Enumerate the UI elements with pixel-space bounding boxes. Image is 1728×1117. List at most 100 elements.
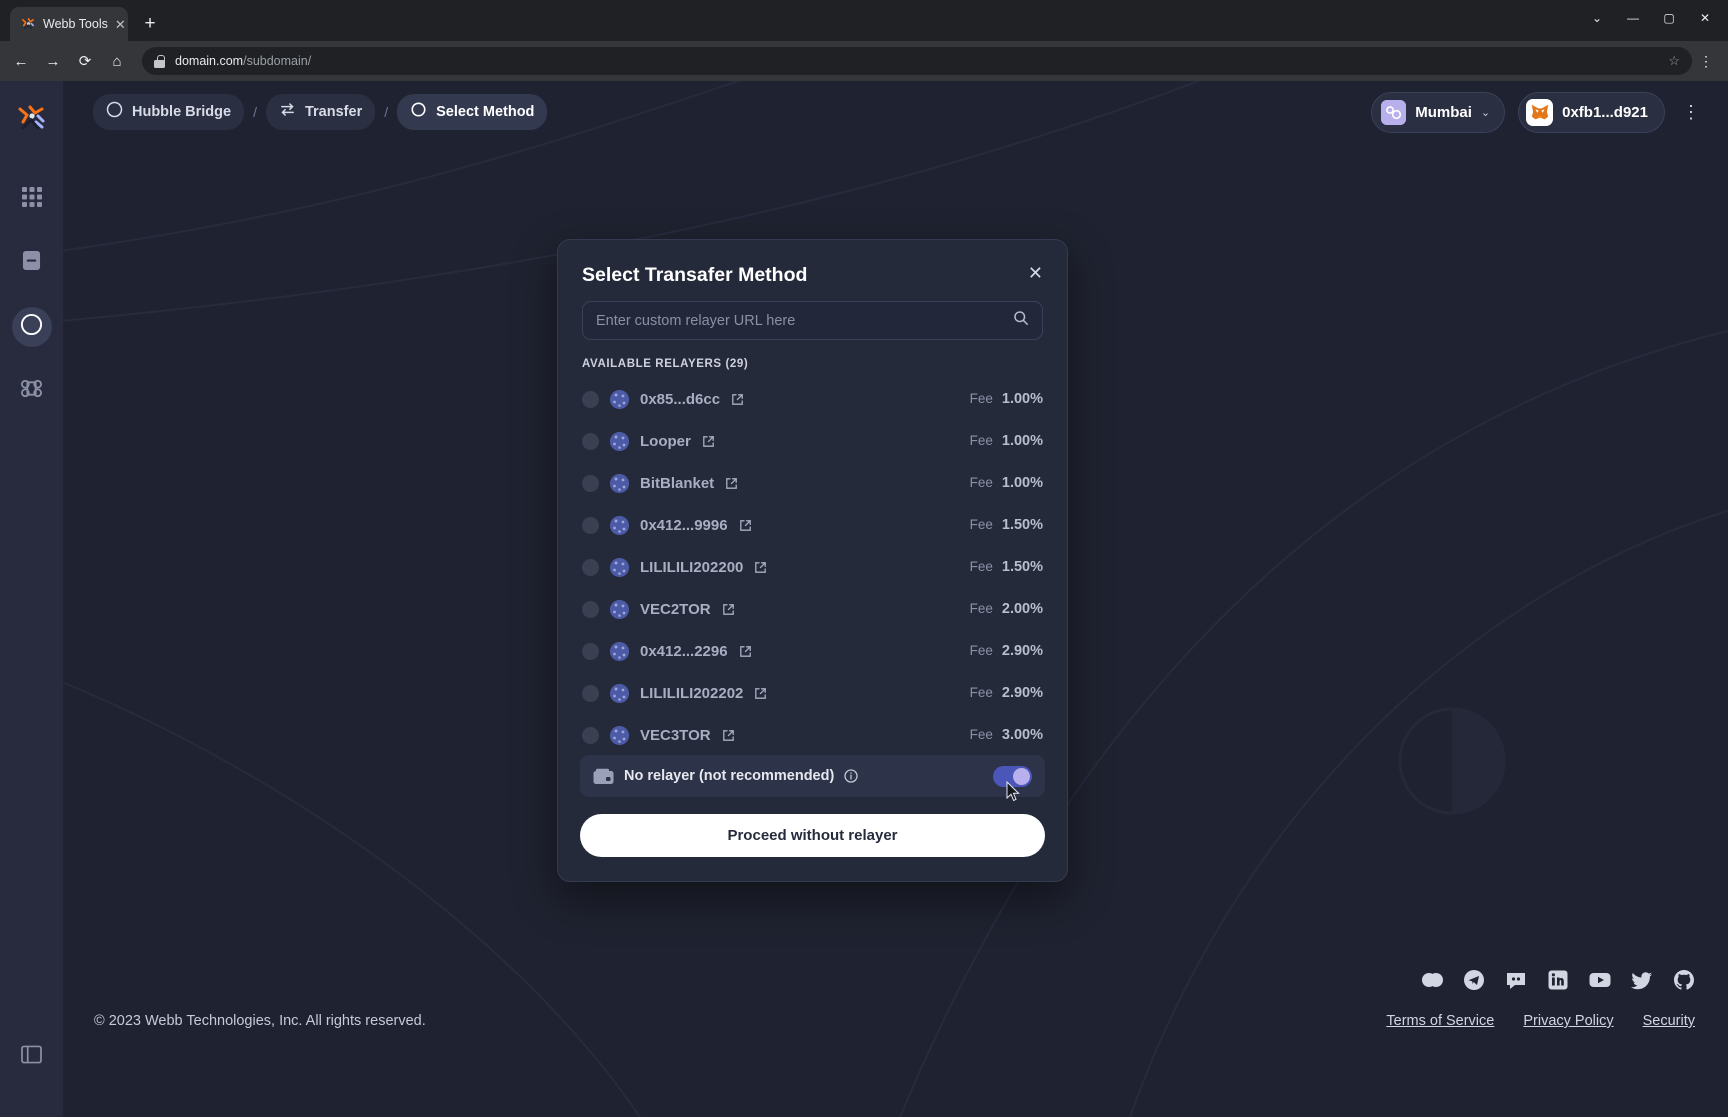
close-icon[interactable]: ✕: [1028, 264, 1043, 282]
reload-icon[interactable]: ⟳: [70, 46, 100, 76]
home-icon[interactable]: ⌂: [102, 46, 132, 76]
window-close-button[interactable]: ✕: [1688, 5, 1722, 31]
relayer-avatar-icon: [610, 599, 629, 619]
relayer-radio[interactable]: [582, 474, 599, 492]
sidebar-item-faucet[interactable]: [12, 371, 52, 411]
relayer-fee: Fee 2.90%: [970, 685, 1057, 701]
bookmark-star-icon[interactable]: ☆: [1668, 53, 1680, 69]
relayer-row[interactable]: VEC3TOR Fee 3.00%: [582, 714, 1057, 745]
back-icon[interactable]: ←: [6, 46, 36, 76]
breadcrumb-item-transfer[interactable]: Transfer: [265, 94, 376, 130]
relayer-row[interactable]: 0x85...d6cc Fee 1.00%: [582, 378, 1057, 420]
external-link-icon[interactable]: [722, 729, 735, 742]
overflow-menu-icon[interactable]: ⋮: [1682, 103, 1700, 121]
fee-value: 1.50%: [1001, 559, 1043, 575]
relayer-radio[interactable]: [582, 432, 599, 450]
footer-link-privacy[interactable]: Privacy Policy: [1523, 1013, 1613, 1029]
footer-link-terms[interactable]: Terms of Service: [1386, 1013, 1494, 1029]
search-input[interactable]: [596, 312, 1013, 329]
fee-label: Fee: [969, 433, 993, 448]
tab-close-icon[interactable]: ✕: [115, 18, 126, 31]
select-transfer-method-modal: Select Transafer Method ✕ AVAILABLE RELA…: [557, 239, 1068, 882]
relayer-row[interactable]: 0x412...9996 Fee 1.50%: [582, 504, 1057, 546]
chevron-down-icon: ⌄: [1480, 106, 1491, 119]
relayer-fee: Fee 1.00%: [970, 391, 1057, 407]
sidebar-item-webb-logo[interactable]: [16, 103, 48, 133]
breadcrumb-separator: /: [253, 104, 257, 120]
relayer-list[interactable]: 0x85...d6cc Fee 1.00% Looper Fee 1.00% BitBlan…: [558, 378, 1067, 745]
relayer-row[interactable]: VEC2TOR Fee 2.00%: [582, 588, 1057, 630]
forward-icon[interactable]: →: [38, 46, 68, 76]
breadcrumb-item-hubble-bridge[interactable]: Hubble Bridge: [93, 94, 245, 130]
linkedin-icon[interactable]: [1547, 969, 1569, 991]
relayer-row[interactable]: Looper Fee 1.00%: [582, 420, 1057, 462]
sidebar-item-statistics[interactable]: [12, 243, 52, 283]
url-text: domain.com/subdomain/: [175, 54, 311, 68]
relayer-name: LILILILI202202: [640, 684, 744, 702]
window-minimize-button[interactable]: —: [1616, 5, 1650, 31]
github-icon[interactable]: [1673, 969, 1695, 991]
sidebar-item-docs[interactable]: [12, 1037, 52, 1077]
relayer-radio[interactable]: [582, 726, 599, 744]
relayer-row[interactable]: 0x412...2296 Fee 2.90%: [582, 630, 1057, 672]
relayer-fee: Fee 1.00%: [970, 475, 1057, 491]
account-button[interactable]: 0xfb1...d921: [1518, 91, 1665, 133]
relayer-radio[interactable]: [582, 516, 599, 534]
new-tab-button[interactable]: +: [136, 10, 164, 38]
sidebar-item-apps-grid[interactable]: [12, 179, 52, 219]
address-bar[interactable]: domain.com/subdomain/ ☆: [142, 47, 1692, 75]
external-link-icon[interactable]: [722, 603, 735, 616]
window-chevron-icon[interactable]: ⌄: [1580, 5, 1614, 31]
commons-icon[interactable]: [1421, 969, 1443, 991]
search-icon[interactable]: [1013, 310, 1029, 331]
external-link-icon[interactable]: [702, 435, 715, 448]
relayer-fee: Fee 1.50%: [970, 517, 1057, 533]
twitter-icon[interactable]: [1631, 969, 1653, 991]
relayer-radio[interactable]: [582, 684, 599, 702]
relayer-name: BitBlanket: [640, 474, 715, 492]
search-area: [558, 287, 1067, 340]
relayer-name: VEC2TOR: [640, 600, 711, 618]
discord-icon[interactable]: [1505, 969, 1527, 991]
telegram-icon[interactable]: [1463, 969, 1485, 991]
fee-label: Fee: [969, 475, 993, 490]
footer-link-security[interactable]: Security: [1643, 1013, 1695, 1029]
external-link-icon[interactable]: [725, 477, 738, 490]
modal-header: Select Transafer Method ✕: [558, 240, 1067, 287]
sidebar-item-bridge[interactable]: [11, 307, 52, 347]
relayer-name: 0x85...d6cc: [640, 390, 721, 408]
relayer-radio[interactable]: [582, 642, 599, 660]
relayer-radio[interactable]: [582, 390, 599, 408]
no-relayer-row[interactable]: No relayer (not recommended): [580, 755, 1045, 797]
relayer-radio[interactable]: [582, 558, 599, 576]
relayer-url-search[interactable]: [582, 301, 1043, 340]
browser-menu-icon[interactable]: ⋮: [1694, 53, 1718, 70]
fee-value: 2.90%: [1001, 643, 1043, 659]
proceed-without-relayer-button[interactable]: Proceed without relayer: [580, 814, 1045, 857]
relayer-fee: Fee 2.90%: [970, 643, 1057, 659]
relayer-radio[interactable]: [582, 600, 599, 618]
window-maximize-button[interactable]: ▢: [1652, 5, 1686, 31]
relayer-row[interactable]: LILILILI202200 Fee 1.50%: [582, 546, 1057, 588]
youtube-icon[interactable]: [1589, 969, 1611, 991]
external-link-icon[interactable]: [731, 393, 744, 406]
external-link-icon[interactable]: [754, 687, 767, 700]
app-root: Hubble Bridge / Transfer / Select Method: [0, 81, 1728, 1117]
breadcrumb-item-select-method[interactable]: Select Method: [397, 94, 548, 130]
external-link-icon[interactable]: [739, 519, 752, 532]
external-link-icon[interactable]: [739, 645, 752, 658]
sidebar: [0, 81, 63, 1117]
relayer-fee: Fee 1.00%: [970, 433, 1057, 449]
relayer-fee: Fee 3.00%: [970, 727, 1057, 743]
relayer-row[interactable]: BitBlanket Fee 1.00%: [582, 462, 1057, 504]
available-relayers-label: AVAILABLE RELAYERS (29): [582, 358, 749, 370]
fee-value: 3.00%: [1001, 727, 1043, 743]
relayer-avatar-icon: [610, 557, 629, 577]
no-relayer-toggle[interactable]: [993, 765, 1032, 787]
external-link-icon[interactable]: [754, 561, 767, 574]
relayer-row[interactable]: LILILILI202202 Fee 2.90%: [582, 672, 1057, 714]
chain-selector[interactable]: Mumbai ⌄: [1371, 91, 1506, 133]
browser-tab[interactable]: Webb Tools ✕: [10, 7, 128, 41]
fee-value: 1.00%: [1001, 391, 1043, 407]
info-icon[interactable]: [844, 769, 858, 783]
